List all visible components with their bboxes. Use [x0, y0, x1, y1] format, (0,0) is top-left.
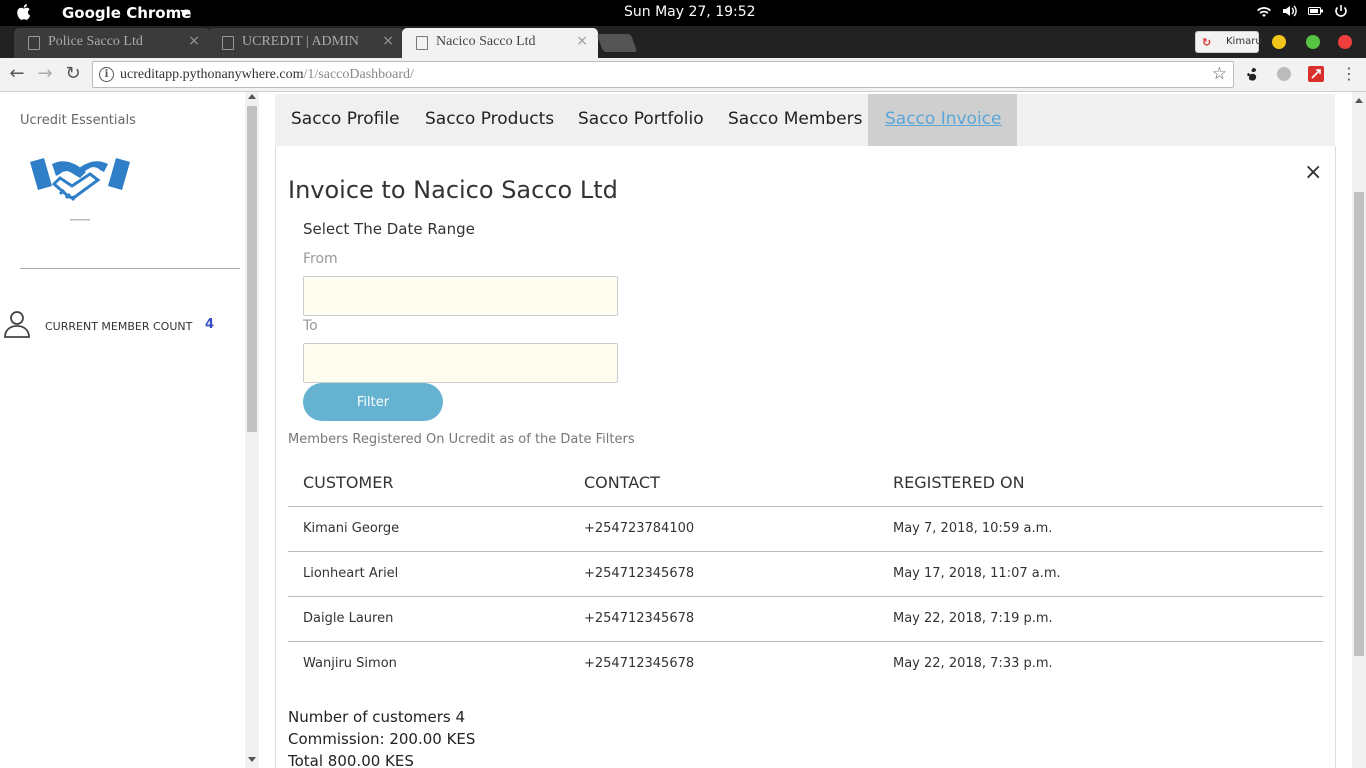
url-path: /1/saccoDashboard/ — [303, 67, 414, 82]
customer-cell: Daigle Lauren — [303, 611, 394, 626]
member-count-value: 4 — [205, 317, 215, 332]
tab-sacco-members[interactable]: Sacco Members — [728, 94, 863, 146]
commission-summary: Commission: 200.00 KES — [288, 730, 476, 748]
apple-icon[interactable] — [14, 2, 34, 22]
sacco-nav-tabs: Sacco Profile Sacco Products Sacco Portf… — [275, 94, 1335, 146]
scroll-up-arrow-icon[interactable] — [1355, 98, 1363, 103]
close-tab-icon[interactable]: × — [188, 33, 200, 49]
sidebar-brand: Ucredit Essentials — [20, 113, 136, 128]
contact-cell: +254712345678 — [584, 611, 695, 626]
profile-extension-badge[interactable]: ↻ Kimaru — [1195, 31, 1262, 53]
new-tab-button[interactable] — [596, 34, 638, 52]
tab-sacco-invoice[interactable]: Sacco Invoice — [868, 94, 1017, 146]
url-host: ucreditapp.pythonanywhere.com — [120, 67, 304, 82]
contact-cell: +254712345678 — [584, 566, 695, 581]
page-icon — [28, 36, 40, 50]
table-row: Lionheart Ariel +254712345678 May 17, 20… — [288, 551, 1323, 596]
maximize-window-button[interactable] — [1306, 35, 1320, 49]
date-range-heading: Select The Date Range — [303, 220, 475, 238]
back-arrow-icon[interactable]: ← — [8, 65, 26, 83]
page-icon — [416, 36, 428, 50]
system-tray — [1256, 4, 1348, 18]
address-bar[interactable]: i ucreditapp.pythonanywhere.com/1/saccoD… — [92, 61, 1234, 88]
sidebar-scrollbar[interactable] — [245, 92, 259, 768]
browser-tab-strip: Police Sacco Ltd × UCREDIT | ADMIN × Nac… — [0, 26, 1366, 58]
reload-icon[interactable]: ↻ — [64, 65, 82, 83]
invoice-title: Invoice to Nacico Sacco Ltd — [288, 176, 618, 204]
chrome-menu-icon[interactable]: ⋮ — [1340, 65, 1358, 83]
power-icon[interactable] — [1334, 4, 1348, 18]
member-count-label: CURRENT MEMBER COUNT — [45, 320, 193, 333]
registered-on-cell: May 17, 2018, 11:07 a.m. — [893, 566, 1061, 581]
page-scroll-thumb[interactable] — [1354, 192, 1364, 656]
site-info-icon[interactable]: i — [99, 67, 114, 82]
pdf-extension-icon[interactable] — [1308, 66, 1324, 82]
contact-cell: +254723784100 — [584, 521, 695, 536]
url-text[interactable]: ucreditapp.pythonanywhere.com/1/saccoDas… — [120, 67, 414, 83]
browser-tab-label: Nacico Sacco Ltd — [436, 34, 536, 49]
handshake-logo-icon — [30, 158, 130, 221]
to-date-input[interactable] — [303, 343, 618, 383]
sidebar: Ucredit Essentials CURRENT MEMBER COUNT … — [0, 92, 245, 768]
customer-cell: Kimani George — [303, 521, 400, 536]
wifi-icon[interactable] — [1256, 4, 1272, 18]
page-scrollbar[interactable] — [1352, 92, 1366, 768]
contact-cell: +254712345678 — [584, 656, 695, 671]
forward-arrow-icon[interactable]: → — [36, 65, 54, 83]
registered-on-cell: May 22, 2018, 7:33 p.m. — [893, 656, 1053, 671]
app-menu-caret-icon[interactable] — [180, 10, 190, 16]
registered-on-cell: May 7, 2018, 10:59 a.m. — [893, 521, 1053, 536]
chat-extension-icon[interactable] — [1276, 66, 1292, 82]
scroll-down-arrow-icon[interactable] — [248, 757, 256, 762]
sidebar-scroll-thumb[interactable] — [247, 106, 257, 432]
close-tab-icon[interactable]: × — [382, 33, 394, 49]
system-clock[interactable]: Sun May 27, 19:52 — [624, 4, 756, 20]
registered-on-cell: May 22, 2018, 7:19 p.m. — [893, 611, 1053, 626]
filter-note: Members Registered On Ucredit as of the … — [288, 432, 635, 447]
browser-tab-label: UCREDIT | ADMIN — [242, 34, 359, 49]
extension-icon: ↻ — [1202, 36, 1212, 49]
close-tab-icon[interactable]: × — [576, 33, 588, 49]
customer-count-summary: Number of customers 4 — [288, 708, 466, 726]
page-icon — [222, 36, 234, 50]
customer-cell: Wanjiru Simon — [303, 656, 397, 671]
customer-cell: Lionheart Ariel — [303, 566, 399, 581]
table-row: Kimani George +254723784100 May 7, 2018,… — [288, 506, 1323, 551]
browser-tab-police-sacco[interactable]: Police Sacco Ltd × — [14, 28, 210, 58]
close-icon[interactable]: × — [1304, 162, 1322, 184]
battery-icon[interactable] — [1308, 5, 1324, 17]
os-menu-bar: Google Chrome Sun May 27, 19:52 — [0, 0, 1366, 26]
volume-icon[interactable] — [1282, 4, 1298, 18]
page-content: Ucredit Essentials CURRENT MEMBER COUNT … — [0, 92, 1366, 768]
column-header-customer: CUSTOMER — [303, 473, 394, 492]
tab-sacco-profile[interactable]: Sacco Profile — [291, 94, 400, 146]
table-row: Wanjiru Simon +254712345678 May 22, 2018… — [288, 641, 1323, 686]
total-summary: Total 800.00 KES — [288, 752, 414, 768]
browser-tab-label: Police Sacco Ltd — [48, 34, 143, 49]
sidebar-divider — [20, 268, 240, 269]
filter-button[interactable]: Filter — [303, 383, 443, 421]
user-icon — [4, 311, 30, 338]
app-menu-name[interactable]: Google Chrome — [62, 4, 191, 22]
tab-sacco-portfolio[interactable]: Sacco Portfolio — [578, 94, 704, 146]
extension-badge-label: Kimaru — [1226, 36, 1262, 47]
table-row: Daigle Lauren +254712345678 May 22, 2018… — [288, 596, 1323, 641]
from-date-input[interactable] — [303, 276, 618, 316]
minimize-window-button[interactable] — [1272, 35, 1286, 49]
tab-sacco-products[interactable]: Sacco Products — [425, 94, 554, 146]
browser-tab-nacico-sacco[interactable]: Nacico Sacco Ltd × — [402, 28, 598, 58]
to-label: To — [303, 318, 318, 334]
browser-tab-ucredit-admin[interactable]: UCREDIT | ADMIN × — [208, 28, 404, 58]
from-label: From — [303, 251, 338, 267]
column-header-contact: CONTACT — [584, 473, 660, 492]
close-window-button[interactable] — [1338, 35, 1352, 49]
scroll-up-arrow-icon[interactable] — [248, 94, 256, 99]
bookmark-star-icon[interactable]: ☆ — [1212, 64, 1227, 84]
column-header-registered-on: REGISTERED ON — [893, 473, 1025, 492]
browser-toolbar: ← → ↻ i ucreditapp.pythonanywhere.com/1/… — [0, 58, 1366, 92]
gnome-extension-icon[interactable] — [1244, 66, 1260, 82]
